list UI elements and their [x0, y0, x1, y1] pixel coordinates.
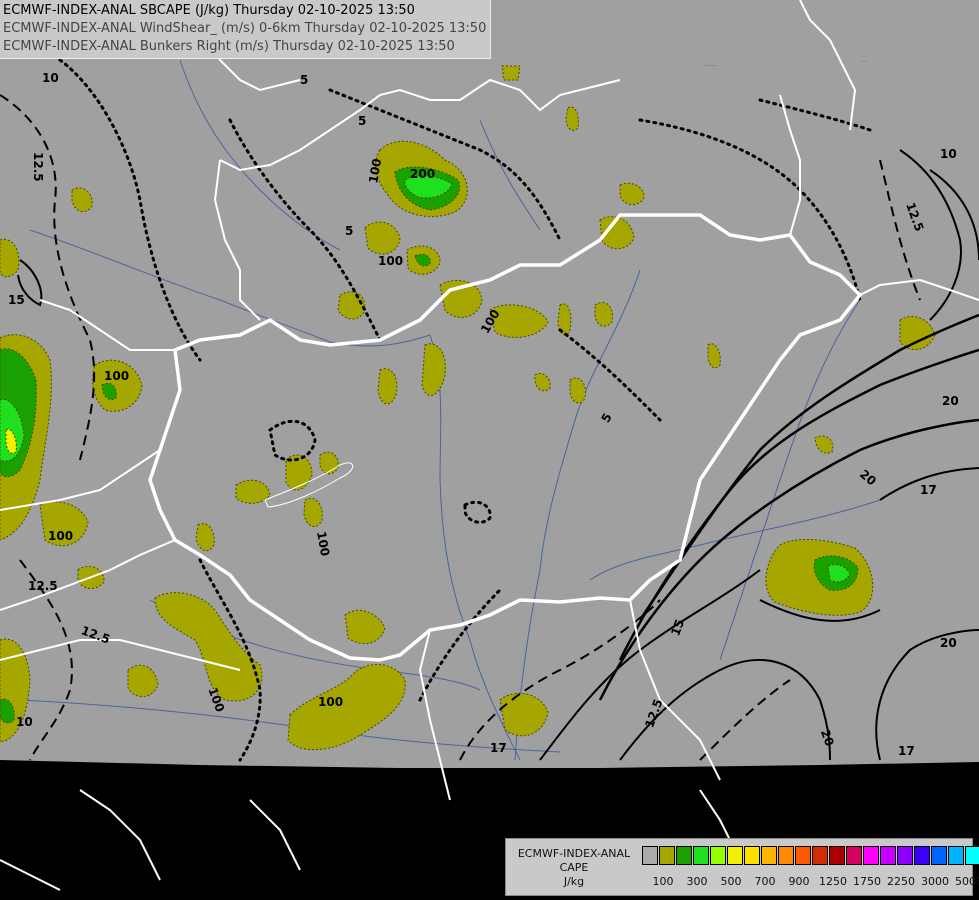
legend-swatch [795, 846, 811, 865]
legend-tick-label: 2250 [887, 875, 915, 888]
cape-area [377, 368, 398, 405]
legend-swatch [914, 846, 930, 865]
legend-swatch [744, 846, 760, 865]
map-title-block: ECMWF-INDEX-ANAL SBCAPE (J/kg) Thursday … [0, 0, 492, 59]
legend-swatches [642, 846, 979, 865]
legend-unit: J/kg [563, 875, 585, 888]
contour-label-cape: 100 [378, 254, 403, 268]
border-black-area-1 [79, 789, 161, 881]
legend-ticks: 100 300 500 700 900 1250 1750 2250 3000 5000 [642, 875, 979, 889]
contour-label-shear: 17 [898, 744, 915, 758]
border-black-area-4 [0, 859, 61, 891]
contour-label-cape: 100 [48, 529, 73, 543]
map-canvas: 200 100 100 100 100 100 100 100 100 5 5 … [0, 0, 979, 891]
contour-label-cape: 100 [104, 369, 129, 383]
contour-label-shear: 5 [300, 73, 308, 87]
legend-swatch [761, 846, 777, 865]
legend-swatch [948, 846, 964, 865]
legend-swatch [846, 846, 862, 865]
contour-label-shear: 12.5 [28, 579, 58, 593]
legend-tick-label: 500 [720, 875, 742, 888]
contour-label-shear: 10 [42, 71, 59, 85]
legend-swatch [710, 846, 726, 865]
legend-field: CAPE [559, 861, 589, 874]
border-black-area-2 [249, 799, 301, 871]
legend-swatch [642, 846, 658, 865]
cape-area [337, 291, 366, 320]
contour-label-cape: 200 [410, 167, 435, 181]
contour-label-shear: 20 [940, 636, 957, 650]
contour-label-shear: 17 [920, 483, 937, 497]
data-area [0, 0, 979, 768]
title-line-cape: ECMWF-INDEX-ANAL SBCAPE (J/kg) Thursday … [3, 3, 415, 18]
contour-label-shear: 5 [345, 224, 353, 238]
cape-area [319, 451, 339, 475]
legend-swatch [863, 846, 879, 865]
contour-label-shear: 10 [16, 715, 33, 729]
weather-map: 200 100 100 100 100 100 100 100 100 5 5 … [0, 0, 979, 900]
legend-tick-label: 300 [686, 875, 708, 888]
legend-swatch [659, 846, 675, 865]
legend-tick-label: 1250 [819, 875, 847, 888]
cape-area [501, 65, 521, 81]
contour-label-shear: 12.5 [31, 152, 45, 182]
legend-swatch [778, 846, 794, 865]
legend-caption: ECMWF-INDEX-ANAL CAPE J/kg [510, 847, 638, 889]
contour-label-shear: 5 [358, 114, 366, 128]
legend-swatch [880, 846, 896, 865]
contour-label-shear: 15 [8, 293, 25, 307]
contour-label-shear: 10 [940, 147, 957, 161]
legend-model: ECMWF-INDEX-ANAL [517, 847, 631, 860]
legend-swatch [676, 846, 692, 865]
legend-swatch [727, 846, 743, 865]
contour-label-cape: 100 [318, 695, 343, 709]
legend-tick-label: 5000 [955, 875, 979, 888]
legend-tick-label: 1750 [853, 875, 881, 888]
legend-tick-label: 100 [652, 875, 674, 888]
legend-swatch [829, 846, 845, 865]
contour-label-shear: 20 [942, 394, 959, 408]
legend-tick-label: 900 [788, 875, 810, 888]
legend-swatch [965, 846, 979, 865]
legend-swatch [931, 846, 947, 865]
color-legend: ECMWF-INDEX-ANAL CAPE J/kg 100 300 500 700 9… [505, 838, 979, 896]
legend-tick-label: 3000 [921, 875, 949, 888]
legend-swatch [812, 846, 828, 865]
legend-swatch [897, 846, 913, 865]
contour-label-shear: 17 [490, 741, 507, 755]
legend-swatch [693, 846, 709, 865]
title-line-windshear: ECMWF-INDEX-ANAL WindShear_ (m/s) 0-6km … [3, 21, 487, 36]
legend-tick-label: 700 [754, 875, 776, 888]
title-line-bunkers: ECMWF-INDEX-ANAL Bunkers Right (m/s) Thu… [3, 39, 455, 54]
cape-area [594, 301, 614, 327]
